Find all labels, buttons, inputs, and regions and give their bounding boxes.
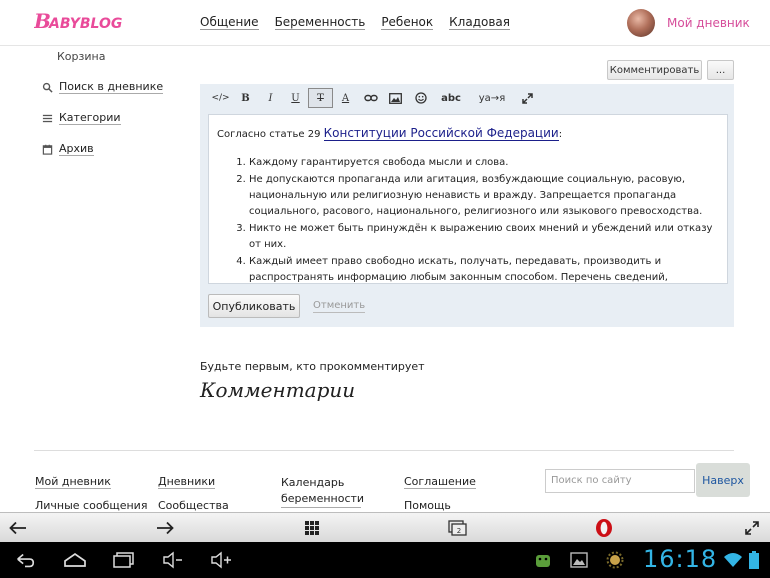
calendar-icon — [42, 144, 53, 155]
home-icon[interactable] — [62, 550, 88, 570]
list-item: Не допускаются пропаганда или агитация, … — [249, 172, 719, 220]
text-color-icon[interactable]: A — [333, 88, 358, 108]
strikethrough-icon[interactable]: T — [308, 88, 333, 108]
footer-link-pregnancy-calendar[interactable]: Календарь беременности — [281, 475, 364, 508]
tabs-icon[interactable]: 2 — [448, 518, 468, 538]
back-to-top-button[interactable]: Наверх — [696, 463, 750, 497]
list-item: Каждому гарантируется свобода мысли и сл… — [249, 155, 719, 171]
translit-icon[interactable]: уа→я — [469, 88, 515, 108]
site-search-input[interactable]: Поиск по сайту — [545, 469, 695, 493]
post-editor[interactable]: Согласно статье 29 Конституции Российско… — [208, 114, 728, 284]
italic-icon[interactable]: I — [258, 88, 283, 108]
sidebar-item-trash[interactable]: Корзина — [57, 50, 105, 63]
wifi-icon — [724, 553, 742, 567]
comment-button[interactable]: Комментировать — [607, 60, 702, 80]
nav-pantry[interactable]: Кладовая — [449, 15, 510, 30]
main-nav: Общение Беременность Ребенок Кладовая — [200, 15, 510, 30]
grid-icon[interactable] — [302, 518, 322, 538]
opera-icon[interactable] — [594, 518, 614, 538]
babyblog-logo[interactable]: B ABYBLOG — [34, 6, 134, 36]
spellcheck-icon[interactable]: abc — [433, 88, 469, 108]
clock: 16:18 — [643, 545, 718, 573]
volume-down-icon[interactable] — [162, 550, 184, 570]
tab-count: 2 — [457, 527, 461, 535]
intro-suffix: : — [558, 129, 563, 140]
nav-communication[interactable]: Общение — [200, 15, 259, 30]
app-notification-icon — [606, 551, 624, 569]
bold-icon[interactable]: B — [233, 88, 258, 108]
constitution-link[interactable]: Конституции Российской Федерации — [323, 126, 559, 141]
list-icon — [42, 114, 53, 122]
recent-apps-icon[interactable] — [111, 550, 137, 570]
fullscreen-icon[interactable] — [515, 88, 540, 108]
cancel-button[interactable]: Отменить — [313, 300, 366, 313]
source-code-icon[interactable]: </> — [208, 88, 233, 108]
editor-list: Каждому гарантируется свобода мысли и сл… — [217, 155, 719, 283]
comments-title: Комментарии — [200, 378, 356, 402]
list-item: Никто не может быть принуждён к выражени… — [249, 221, 719, 253]
back-arrow-icon[interactable] — [8, 518, 28, 538]
fullscreen-icon[interactable] — [742, 518, 762, 538]
editor-panel: </> B I U T A abc уа→я Согласно статье 2 — [200, 84, 734, 327]
site-header: B ABYBLOG Общение Беременность Ребенок К… — [0, 0, 770, 46]
footer-divider — [34, 450, 734, 451]
footer-link-agreement[interactable]: Соглашение — [404, 475, 476, 489]
sidebar-item-label: Архив — [59, 142, 94, 156]
sidebar-item-label: Корзина — [57, 50, 106, 63]
avatar[interactable] — [627, 9, 655, 37]
underline-icon[interactable]: U — [283, 88, 308, 108]
publish-button[interactable]: Опубликовать — [208, 294, 300, 318]
sidebar-item-categories[interactable]: Категории — [42, 111, 121, 125]
nav-child[interactable]: Ребенок — [381, 15, 434, 30]
intro-text: Согласно статье 29 — [217, 129, 321, 140]
sidebar-item-archive[interactable]: Архив — [42, 142, 94, 156]
gallery-notification-icon — [570, 552, 588, 568]
svg-text:ABYBLOG: ABYBLOG — [48, 16, 122, 32]
battery-icon — [749, 551, 759, 569]
smiley-icon[interactable] — [408, 88, 433, 108]
browser-page: B ABYBLOG Общение Беременность Ребенок К… — [0, 0, 770, 578]
sidebar-item-search[interactable]: Поиск в дневнике — [42, 80, 164, 94]
android-notification-icon — [536, 555, 550, 567]
link-icon[interactable] — [358, 88, 383, 108]
forward-arrow-icon[interactable] — [155, 518, 175, 538]
list-item: Каждый имеет право свободно искать, полу… — [249, 254, 719, 283]
browser-toolbar: 2 — [0, 512, 770, 542]
footer-link-communities[interactable]: Сообщества — [158, 499, 229, 513]
sidebar-item-label: Категории — [59, 111, 121, 125]
search-icon — [42, 82, 53, 93]
first-comment-text: Будьте первым, кто прокомментирует — [200, 360, 425, 373]
footer-link-diaries[interactable]: Дневники — [158, 475, 216, 489]
more-button[interactable]: ... — [707, 60, 734, 80]
editor-toolbar: </> B I U T A abc уа→я — [208, 88, 540, 108]
image-icon[interactable] — [383, 88, 408, 108]
editor-intro: Согласно статье 29 Конституции Российско… — [217, 125, 719, 143]
footer-link-messages[interactable]: Личные сообщения — [35, 499, 148, 513]
volume-up-icon[interactable] — [210, 550, 232, 570]
nav-pregnancy[interactable]: Беременность — [274, 15, 366, 30]
sidebar-item-label: Поиск в дневнике — [59, 80, 164, 94]
back-icon[interactable] — [14, 550, 36, 570]
android-system-bar: 16:18 — [0, 542, 770, 578]
my-diary-link[interactable]: Мой дневник — [667, 16, 750, 30]
footer-link-my-diary[interactable]: Мой дневник — [35, 475, 111, 489]
footer-link-help[interactable]: Помощь — [404, 499, 451, 513]
